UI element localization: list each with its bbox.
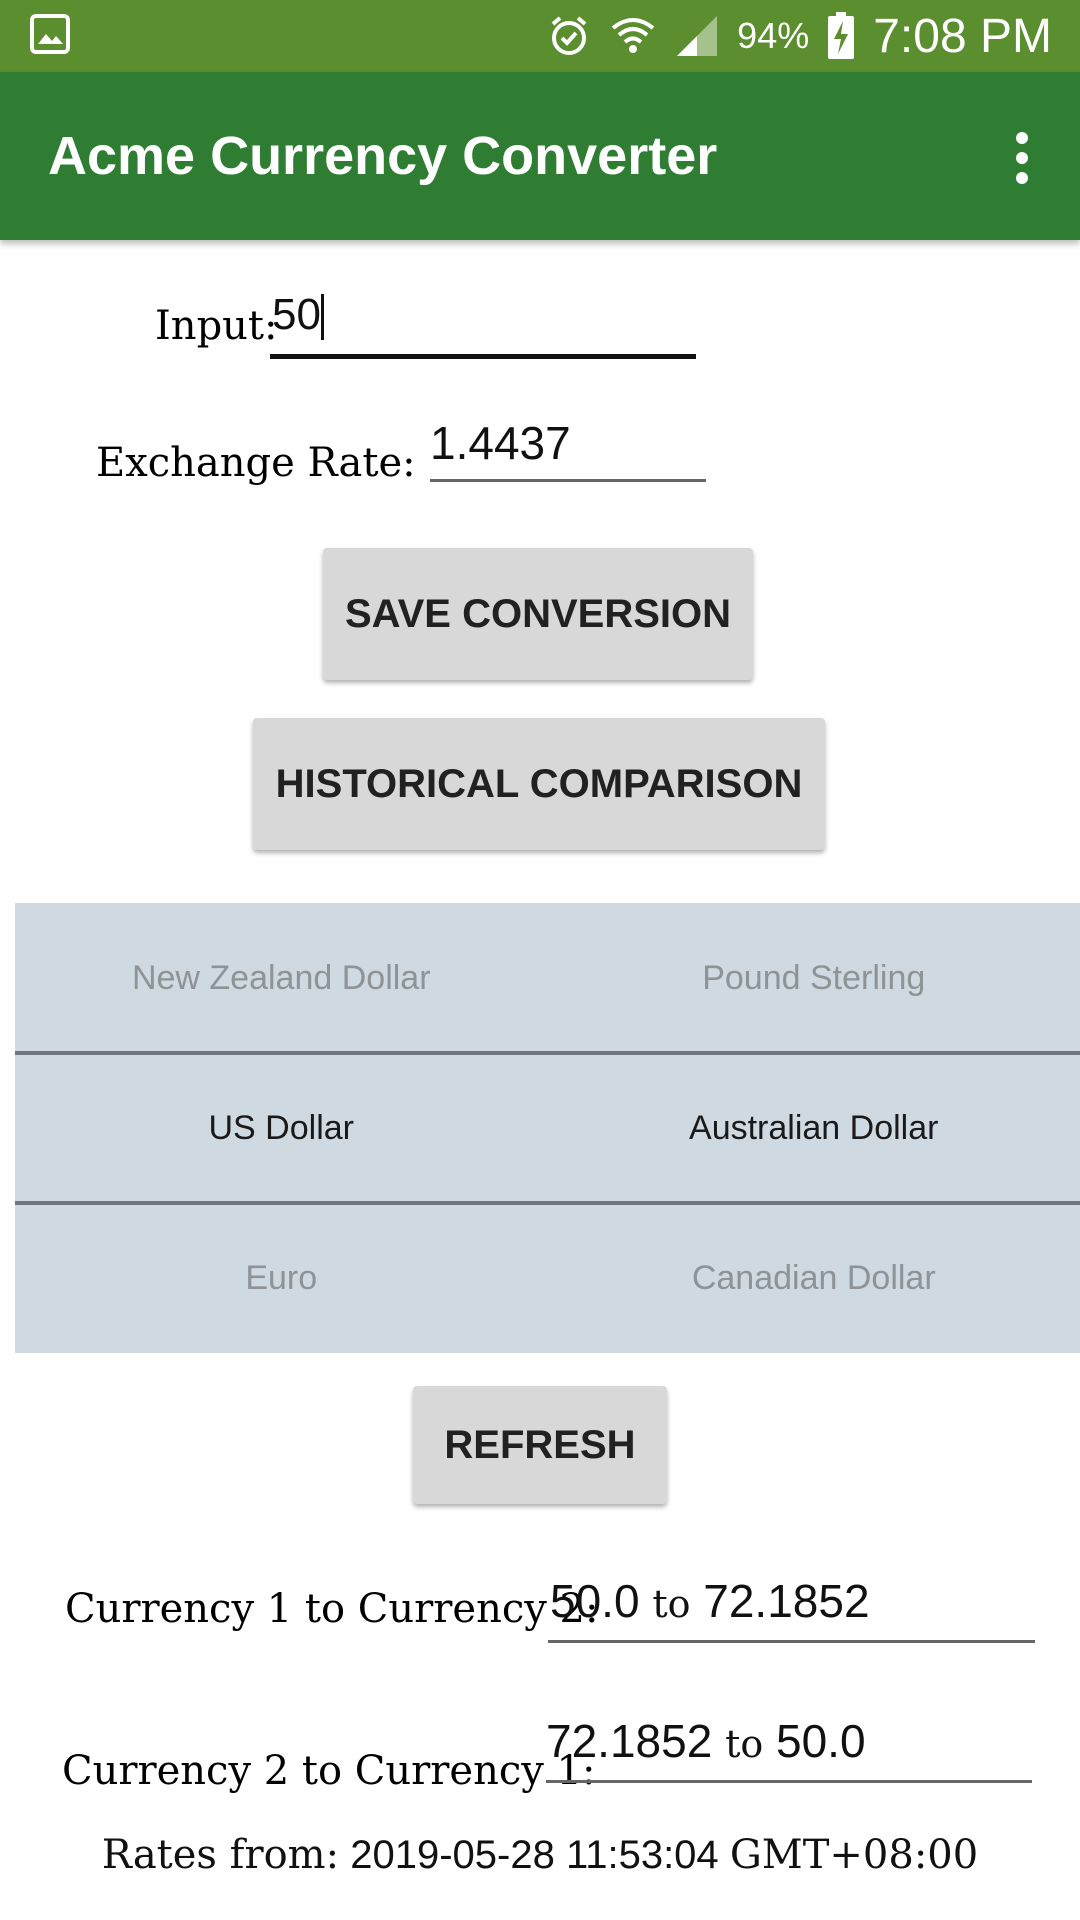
input-label: Input: (155, 303, 278, 349)
c2-amount: 72.1852 (546, 1715, 713, 1767)
battery-percent: 94% (737, 15, 810, 56)
currency2-to-currency1-value: 72.1852 to 50.0 (546, 1714, 866, 1768)
app-bar: Acme Currency Converter (0, 72, 1080, 240)
text-cursor (320, 294, 324, 341)
rates-timestamp: Rates from: 2019-05-28 11:53:04 GMT+08:0… (0, 1832, 1080, 1878)
status-time: 7:08 PM (873, 9, 1052, 63)
overflow-menu-icon[interactable] (1012, 130, 1032, 186)
alarm-icon (551, 16, 587, 55)
currency2-to-currency1-underline (546, 1780, 1032, 1783)
refresh-button[interactable]: REFRESH (413, 1386, 667, 1504)
c1-amount: 50.0 (550, 1575, 640, 1627)
picker-currency-1-option[interactable]: Euro (15, 1259, 548, 1298)
save-conversion-button[interactable]: SAVE CONVERSION (323, 548, 753, 680)
picker-currency-2-option[interactable]: Canadian Dollar (548, 1259, 1080, 1298)
to-word: to (725, 1722, 764, 1766)
exchange-rate-underline (430, 479, 706, 482)
exchange-rate-field[interactable]: 1.4437 (430, 416, 571, 470)
currency-picker[interactable]: New Zealand Dollar Pound Sterling US Dol… (15, 903, 1080, 1353)
picker-row[interactable]: New Zealand Dollar Pound Sterling (15, 903, 1080, 1053)
picker-currency-1-option[interactable]: New Zealand Dollar (15, 959, 548, 998)
status-icons: 94% 7:08 PM (547, 0, 1052, 72)
picker-currency-1-selected[interactable]: US Dollar (15, 1109, 548, 1148)
status-bar: 94% 7:08 PM (0, 0, 1080, 72)
picker-currency-2-selected[interactable]: Australian Dollar (548, 1109, 1080, 1148)
exchange-rate-label: Exchange Rate: (96, 440, 416, 486)
picker-currency-2-option[interactable]: Pound Sterling (548, 959, 1080, 998)
c1-amount: 50.0 (776, 1715, 866, 1767)
currency2-to-currency1-label: Currency 2 to Currency 1: (62, 1748, 596, 1794)
picker-row-selected[interactable]: US Dollar Australian Dollar (15, 1053, 1080, 1203)
app-title: Acme Currency Converter (48, 126, 718, 186)
gallery-icon (30, 14, 70, 54)
rates-label: Rates from: (101, 1832, 340, 1878)
c2-amount: 72.1852 (703, 1575, 870, 1627)
input-value: 50 (272, 290, 321, 339)
picker-row[interactable]: Euro Canadian Dollar (15, 1203, 1080, 1353)
currency1-to-currency2-value: 50.0 to 72.1852 (550, 1574, 870, 1628)
rates-date: 2019-05-28 11:53:04 (350, 1833, 719, 1877)
currency1-to-currency2-label: Currency 1 to Currency 2: (65, 1586, 599, 1632)
wifi-icon (611, 18, 655, 53)
input-field[interactable]: 50 (272, 290, 324, 341)
input-underline (270, 354, 696, 359)
currency1-to-currency2-underline (548, 1640, 1035, 1643)
rates-timezone: GMT+08:00 (729, 1832, 979, 1878)
cell-signal-icon (677, 16, 718, 56)
historical-comparison-button[interactable]: HISTORICAL COMPARISON (253, 718, 825, 850)
battery-charging-icon (828, 12, 855, 59)
to-word: to (652, 1582, 691, 1626)
